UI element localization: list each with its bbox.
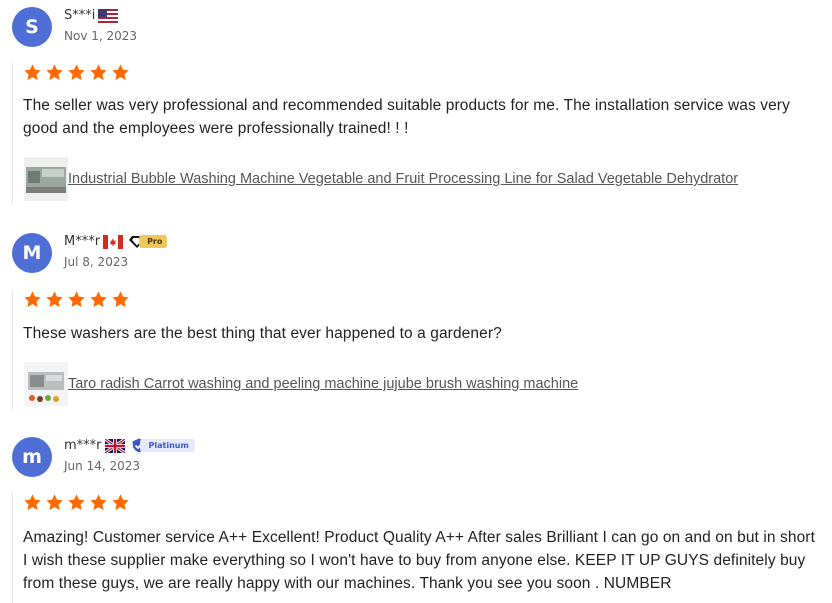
product-thumbnail[interactable] <box>24 157 68 201</box>
product-link[interactable]: Industrial Bubble Washing Machine Vegeta… <box>68 171 738 187</box>
reviewer-name: m***r <box>64 438 102 453</box>
star-icon <box>89 493 108 512</box>
star-icon <box>23 63 42 82</box>
review-date: Jul 8, 2023 <box>64 255 129 269</box>
review-date: Jun 14, 2023 <box>64 459 141 473</box>
platinum-badge: Platinum <box>131 438 195 453</box>
star-icon <box>111 290 130 309</box>
reviewer-name: S***i <box>64 8 96 23</box>
avatar: m <box>12 437 52 477</box>
avatar: M <box>12 233 52 273</box>
star-rating <box>23 290 130 309</box>
star-rating <box>23 63 130 82</box>
review-text: The seller was very professional and rec… <box>23 97 790 137</box>
star-icon <box>67 493 86 512</box>
star-icon <box>111 63 130 82</box>
star-icon <box>111 493 130 512</box>
review-text: These washers are the best thing that ev… <box>23 325 502 342</box>
reviewer-name: M***r <box>64 234 101 249</box>
pro-badge: Pro <box>129 235 168 249</box>
review-text: Amazing! Customer service A++ Excellent!… <box>23 529 815 592</box>
star-icon <box>45 493 64 512</box>
star-rating <box>23 493 130 512</box>
star-icon <box>23 290 42 309</box>
product-thumbnail[interactable] <box>24 362 68 406</box>
star-icon <box>67 63 86 82</box>
us-flag-icon <box>98 8 119 23</box>
star-icon <box>89 63 108 82</box>
star-icon <box>45 63 64 82</box>
star-icon <box>89 290 108 309</box>
review-date: Nov 1, 2023 <box>64 29 138 43</box>
canada-flag-icon <box>103 234 124 249</box>
avatar: S <box>12 7 52 47</box>
product-link[interactable]: Taro radish Carrot washing and peeling m… <box>68 376 578 392</box>
star-icon <box>67 290 86 309</box>
star-icon <box>23 493 42 512</box>
uk-flag-icon <box>104 438 125 453</box>
star-icon <box>45 290 64 309</box>
